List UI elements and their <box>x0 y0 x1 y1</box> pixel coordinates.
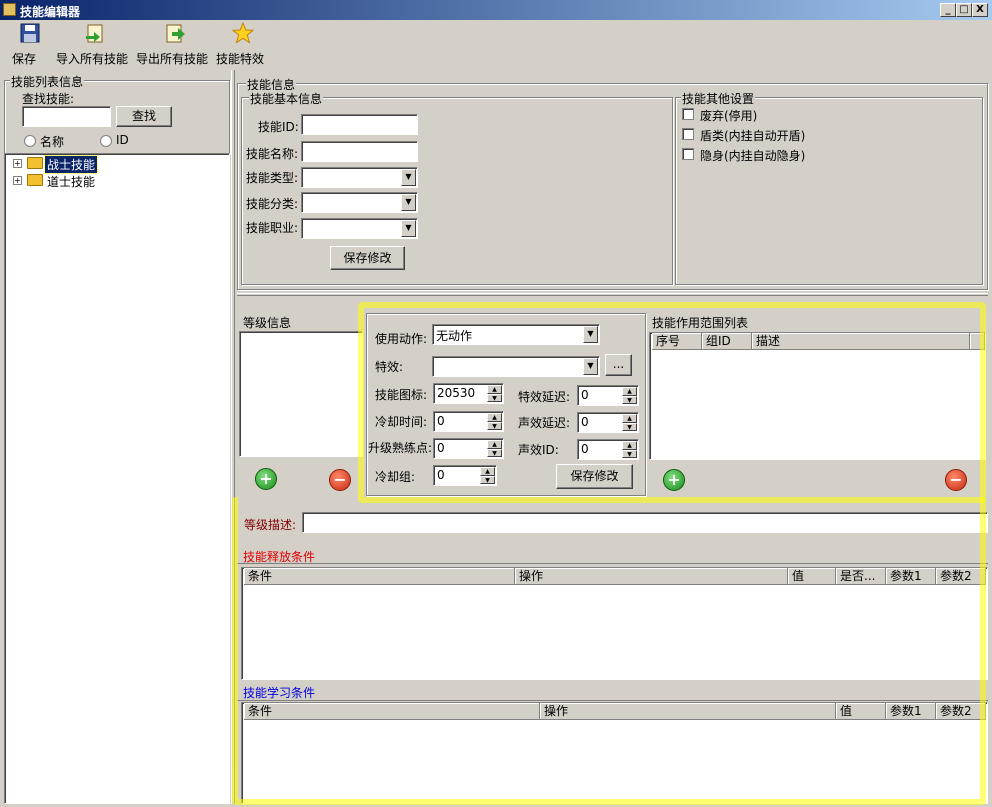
floppy-disk-icon <box>20 23 40 43</box>
chevron-down-icon[interactable]: ▼ <box>401 220 416 237</box>
skill-job-label: 技能职业: <box>246 221 299 235</box>
skill-id-label: 技能ID: <box>258 120 299 134</box>
search-label: 查找技能: <box>22 92 75 106</box>
toolbar-skill-effect-label: 技能特效 <box>216 52 265 66</box>
folder-icon <box>27 157 43 169</box>
skill-id-input[interactable] <box>301 114 418 135</box>
tree-expand-icon[interactable]: + <box>13 159 22 168</box>
toolbar-skill-effect[interactable]: 技能特效 <box>216 22 270 68</box>
close-button[interactable]: X <box>972 3 988 17</box>
import-icon <box>86 24 103 43</box>
horizontal-splitter[interactable] <box>237 293 988 296</box>
title-bar: 技能编辑器 _ □ X <box>0 0 992 20</box>
toolbar-import[interactable]: 导入所有技能 <box>56 22 134 68</box>
search-button[interactable]: 查找 <box>116 106 172 127</box>
chevron-down-icon[interactable]: ▼ <box>401 169 416 186</box>
skill-job-select[interactable]: ▼ <box>301 218 418 239</box>
radio-name-label: 名称 <box>40 135 65 149</box>
folder-icon <box>27 174 43 186</box>
save-basic-button[interactable]: 保存修改 <box>330 246 405 270</box>
chevron-down-icon[interactable]: ▼ <box>401 194 416 211</box>
level-list[interactable] <box>239 331 363 457</box>
export-icon <box>166 24 185 43</box>
other-settings-group <box>675 97 983 285</box>
highlight-annotation <box>358 302 986 503</box>
star-icon <box>232 22 254 44</box>
checkbox-shield[interactable] <box>682 128 694 140</box>
level-info-title: 等级信息 <box>243 316 292 330</box>
skill-name-input[interactable] <box>301 141 418 162</box>
app-icon <box>3 3 16 16</box>
skill-category-label: 技能分类: <box>246 197 299 211</box>
checkbox-deprecated-label: 废弃(停用) <box>700 109 758 123</box>
skill-name-label: 技能名称: <box>246 147 299 161</box>
basic-info-title: 技能基本信息 <box>249 90 324 107</box>
search-input[interactable] <box>22 106 111 127</box>
remove-level-button[interactable]: − <box>329 469 351 491</box>
toolbar-save-label: 保存 <box>12 52 37 66</box>
add-level-button[interactable]: + <box>255 468 277 490</box>
checkbox-shield-label: 盾类(内挂自动开盾) <box>700 129 806 143</box>
toolbar-export-label: 导出所有技能 <box>136 52 209 66</box>
toolbar-import-label: 导入所有技能 <box>56 52 129 66</box>
other-settings-title: 技能其他设置 <box>681 90 756 107</box>
radio-id[interactable] <box>100 135 112 147</box>
skill-type-select[interactable]: ▼ <box>301 167 418 188</box>
toolbar-save[interactable]: 保存 <box>12 22 48 68</box>
checkbox-deprecated[interactable] <box>682 108 694 120</box>
minimize-button[interactable]: _ <box>940 3 956 17</box>
window-title: 技能编辑器 <box>20 5 81 19</box>
skill-category-select[interactable]: ▼ <box>301 192 418 213</box>
tree-item-warrior[interactable]: 战士技能 <box>43 155 99 174</box>
tree-expand-icon[interactable]: + <box>13 176 22 185</box>
tree-item-taoist[interactable]: 道士技能 <box>47 173 95 190</box>
radio-name[interactable] <box>24 135 36 147</box>
highlight-annotation <box>232 497 986 805</box>
checkbox-stealth[interactable] <box>682 148 694 160</box>
checkbox-stealth-label: 隐身(内挂自动隐身) <box>700 149 806 163</box>
maximize-button[interactable]: □ <box>956 3 972 17</box>
skill-tree[interactable]: + 战士技能 + 道士技能 <box>4 153 230 804</box>
toolbar-export[interactable]: 导出所有技能 <box>136 22 214 68</box>
skill-list-group-title: 技能列表信息 <box>10 73 85 90</box>
radio-id-label: ID <box>116 133 129 147</box>
skill-type-label: 技能类型: <box>246 171 299 185</box>
